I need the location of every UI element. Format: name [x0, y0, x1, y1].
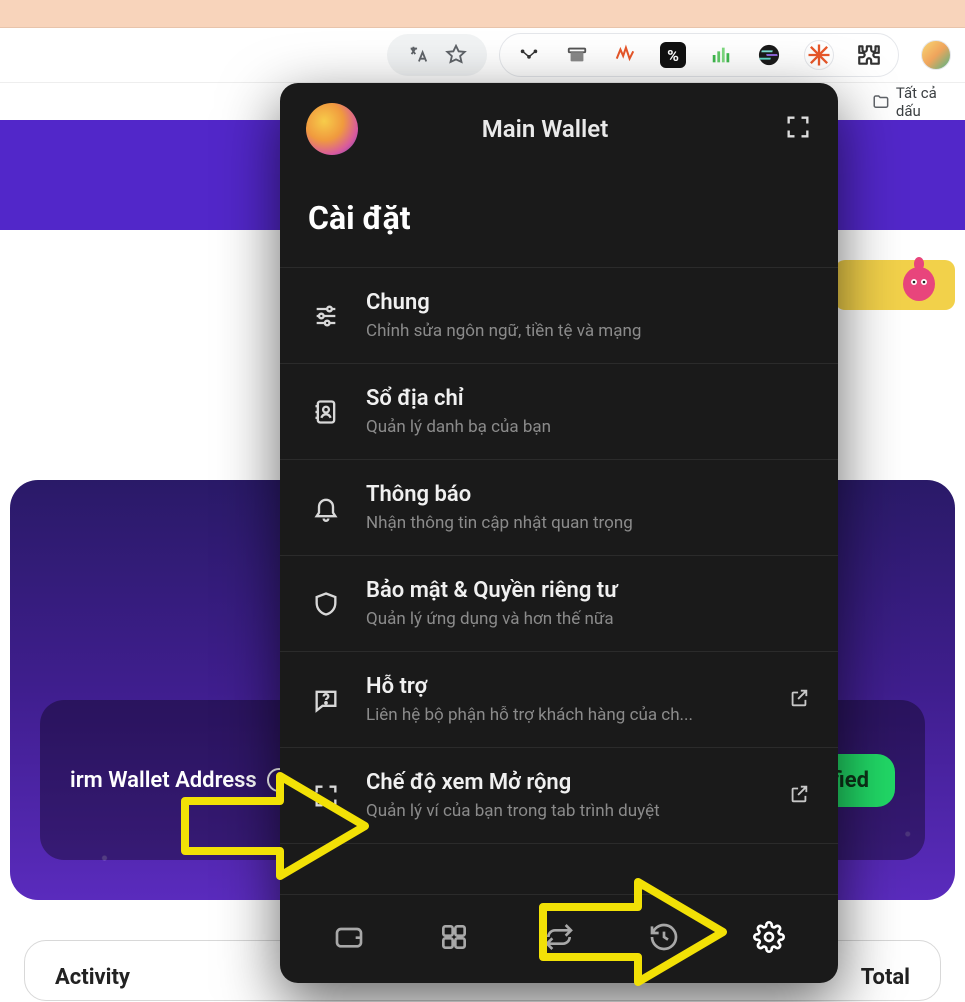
- settings-item-subtitle: Quản lý ứng dụng và hơn thế nữa: [366, 609, 810, 629]
- external-link-icon: [788, 687, 810, 713]
- extensions-menu-icon[interactable]: [856, 42, 882, 68]
- settings-item-subtitle: Chỉnh sửa ngôn ngữ, tiền tệ và mạng: [366, 321, 810, 341]
- all-bookmarks-label[interactable]: Tất cả dấu: [896, 84, 965, 120]
- extension-solana-icon[interactable]: [756, 42, 782, 68]
- wallet-name[interactable]: Main Wallet: [324, 115, 766, 143]
- settings-item-title: Thông báo: [366, 482, 810, 507]
- wallet-extension-popup: Main Wallet Cài đặt Chung Chỉnh sửa ngôn…: [280, 83, 838, 983]
- address-bar-actions: [387, 34, 487, 76]
- translate-icon[interactable]: [405, 42, 431, 68]
- pink-mascot-icon: [899, 254, 939, 302]
- popup-bottom-nav: [280, 894, 838, 983]
- extension-dots-icon[interactable]: [516, 42, 542, 68]
- settings-item-title: Chế độ xem Mở rộng: [366, 770, 766, 795]
- total-label: Total: [861, 965, 910, 990]
- shield-icon: [308, 586, 344, 622]
- browser-profile-avatar[interactable]: [921, 40, 951, 70]
- extension-archive-icon[interactable]: [564, 42, 590, 68]
- extension-percent-icon[interactable]: %: [660, 42, 686, 68]
- sliders-icon: [308, 298, 344, 334]
- settings-item-address-book[interactable]: Sổ địa chỉ Quản lý danh bạ của bạn: [280, 363, 838, 459]
- nav-apps-icon[interactable]: [432, 915, 476, 959]
- extensions-bar: %: [499, 33, 899, 77]
- settings-item-title: Hỗ trợ: [366, 674, 766, 699]
- bookmark-star-icon[interactable]: [443, 42, 469, 68]
- settings-item-general[interactable]: Chung Chỉnh sửa ngôn ngữ, tiền tệ và mạn…: [280, 267, 838, 363]
- wallet-address-label: irm Wallet Address: [70, 768, 257, 793]
- address-book-icon: [308, 394, 344, 430]
- settings-item-subtitle: Liên hệ bộ phận hỗ trợ khách hàng của ch…: [366, 705, 766, 725]
- settings-item-title: Chung: [366, 290, 810, 315]
- settings-item-title: Bảo mật & Quyền riêng tư: [366, 578, 810, 603]
- nav-history-icon[interactable]: [642, 915, 686, 959]
- extension-wave-icon[interactable]: [612, 42, 638, 68]
- activity-label: Activity: [55, 965, 130, 990]
- extension-bars-icon[interactable]: [708, 42, 734, 68]
- nav-settings-icon[interactable]: [747, 915, 791, 959]
- external-link-icon: [788, 783, 810, 809]
- settings-item-subtitle: Quản lý ví của bạn trong tab trình duyệt: [366, 801, 766, 821]
- settings-item-expanded-view[interactable]: Chế độ xem Mở rộng Quản lý ví của bạn tr…: [280, 747, 838, 844]
- settings-item-support[interactable]: Hỗ trợ Liên hệ bộ phận hỗ trợ khách hàng…: [280, 651, 838, 747]
- settings-item-notifications[interactable]: Thông báo Nhận thông tin cập nhật quan t…: [280, 459, 838, 555]
- nav-wallet-icon[interactable]: [327, 915, 371, 959]
- settings-heading: Cài đặt: [280, 175, 838, 267]
- settings-list: Chung Chỉnh sửa ngôn ngữ, tiền tệ và mạn…: [280, 267, 838, 894]
- bell-icon: [308, 490, 344, 526]
- fullscreen-icon: [308, 778, 344, 814]
- browser-top-bar: [0, 0, 965, 28]
- folder-icon: [872, 93, 890, 111]
- settings-item-subtitle: Quản lý danh bạ của bạn: [366, 417, 810, 437]
- settings-item-title: Sổ địa chỉ: [366, 386, 810, 411]
- popup-header: Main Wallet: [280, 83, 838, 175]
- browser-toolbar: %: [0, 28, 965, 82]
- settings-item-security[interactable]: Bảo mật & Quyền riêng tư Quản lý ứng dụn…: [280, 555, 838, 651]
- extension-phantom-icon[interactable]: [804, 40, 834, 70]
- help-chat-icon: [308, 682, 344, 718]
- settings-item-subtitle: Nhận thông tin cập nhật quan trọng: [366, 513, 810, 533]
- nav-swap-icon[interactable]: [537, 915, 581, 959]
- expand-icon[interactable]: [784, 113, 812, 145]
